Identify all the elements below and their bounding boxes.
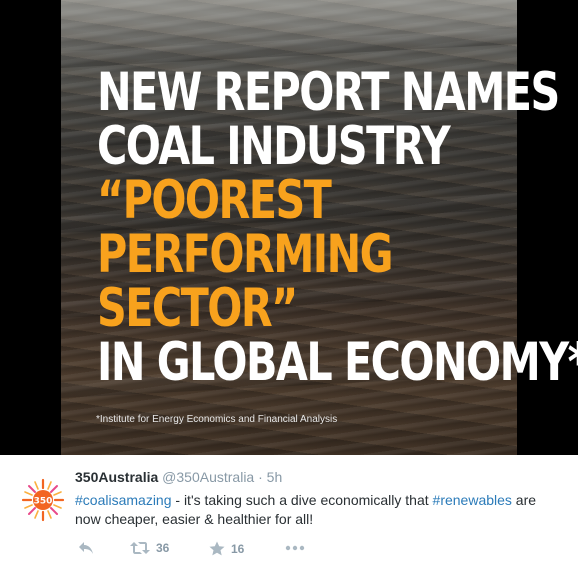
avatar[interactable]: 350 bbox=[21, 478, 65, 522]
retweet-count: 36 bbox=[156, 541, 170, 555]
reply-icon bbox=[79, 542, 93, 554]
headline-line: COAL INDUSTRY bbox=[97, 116, 451, 177]
tweet-actions: 36 16 bbox=[78, 541, 328, 561]
tweet-text: #coalisamazing - it's taking such a dive… bbox=[75, 491, 565, 529]
more-icon bbox=[285, 545, 305, 551]
star-icon bbox=[209, 541, 225, 556]
tweet-header: 350Australia @350Australia · 5h bbox=[75, 469, 282, 485]
timestamp[interactable]: 5h bbox=[267, 469, 283, 485]
tweet-card: 350 350Australia @350Australia · 5h #coa… bbox=[0, 455, 578, 577]
tweet-media[interactable]: NEW REPORT NAMES COAL INDUSTRY “POOREST … bbox=[0, 0, 578, 455]
headline-line-highlight: PERFORMING bbox=[97, 224, 394, 285]
more-button[interactable] bbox=[285, 545, 305, 551]
headline-line-highlight: SECTOR” bbox=[97, 278, 298, 339]
avatar-label: 350 bbox=[34, 497, 53, 507]
headline-line: IN GLOBAL ECONOMY* bbox=[97, 332, 578, 393]
headline-line-highlight: “POOREST bbox=[97, 170, 332, 231]
favorite-button[interactable]: 16 bbox=[209, 541, 244, 556]
image-footnote: *Institute for Energy Economics and Fina… bbox=[96, 414, 338, 425]
display-name[interactable]: 350Australia bbox=[75, 469, 158, 485]
tweet-text-part: - it's taking such a dive economically t… bbox=[171, 492, 433, 508]
image-headline: NEW REPORT NAMES COAL INDUSTRY “POOREST … bbox=[97, 62, 578, 393]
hashtag-coalisamazing[interactable]: #coalisamazing bbox=[75, 492, 172, 508]
reply-button[interactable] bbox=[78, 541, 94, 555]
favorite-count: 16 bbox=[231, 541, 245, 556]
separator: · bbox=[258, 469, 263, 485]
hashtag-renewables[interactable]: #renewables bbox=[433, 492, 512, 508]
headline-line: NEW REPORT NAMES bbox=[97, 62, 560, 123]
retweet-icon bbox=[130, 542, 150, 554]
handle[interactable]: @350Australia bbox=[162, 469, 254, 485]
retweet-button[interactable]: 36 bbox=[130, 541, 169, 555]
